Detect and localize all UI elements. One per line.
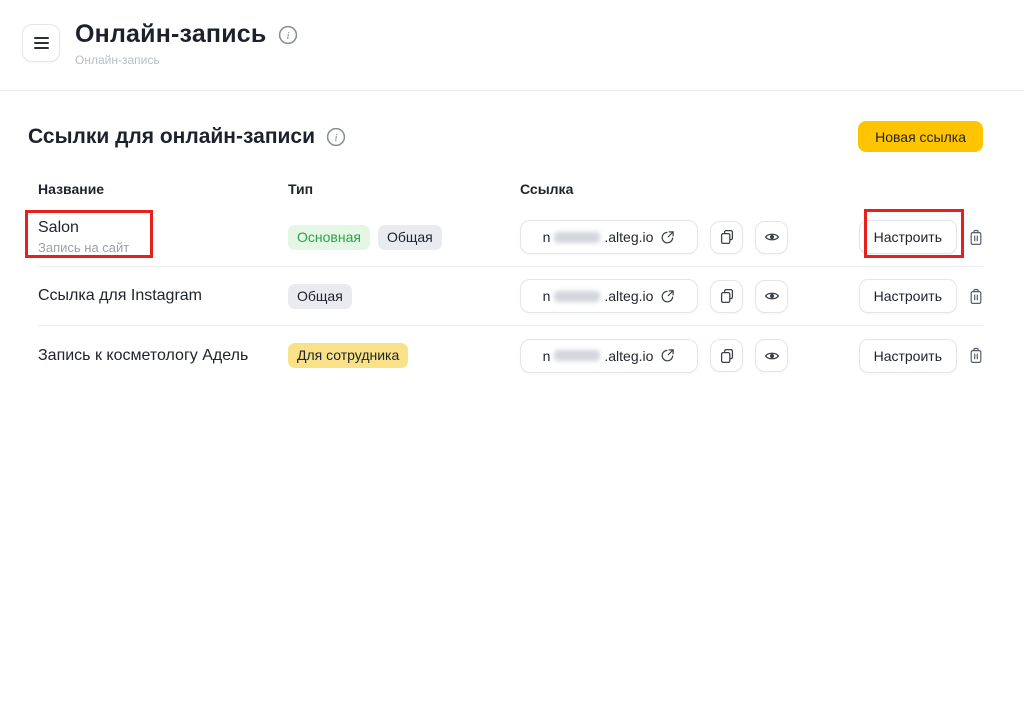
link-url-suffix: .alteg.io xyxy=(604,288,653,304)
breadcrumb: Онлайн-запись xyxy=(75,53,298,67)
copy-link-button[interactable] xyxy=(710,221,743,254)
row-0-name-cell: Salon Запись на сайт xyxy=(38,219,288,255)
link-url-prefix: n xyxy=(543,229,551,245)
new-link-button[interactable]: Новая ссылка xyxy=(858,121,983,152)
type-tags: Основная Общая xyxy=(288,225,520,250)
trash-icon xyxy=(969,288,983,305)
hamburger-menu-button[interactable] xyxy=(22,24,60,62)
copy-icon xyxy=(719,348,735,364)
external-link-icon xyxy=(660,348,675,363)
svg-text:i: i xyxy=(287,30,290,42)
delete-link-button[interactable] xyxy=(969,229,983,246)
tag-main: Основная xyxy=(288,225,370,250)
link-url-field[interactable]: n .alteg.io xyxy=(520,279,698,313)
page-title: Онлайн-запись xyxy=(75,20,266,49)
copy-icon xyxy=(719,229,735,245)
tag-common: Общая xyxy=(288,284,352,309)
link-url-suffix: .alteg.io xyxy=(604,229,653,245)
link-name-subtitle: Запись на сайт xyxy=(38,240,288,255)
row-2-name-cell: Запись к косметологу Адель xyxy=(38,347,288,365)
column-header-type: Тип xyxy=(288,181,520,197)
column-header-name: Название xyxy=(38,181,288,197)
app-header: Онлайн-запись i Онлайн-запись xyxy=(0,0,1024,91)
link-url-suffix: .alteg.io xyxy=(604,348,653,364)
hamburger-icon xyxy=(34,37,49,39)
tag-common: Общая xyxy=(378,225,442,250)
copy-link-button[interactable] xyxy=(710,339,743,372)
table-header: Название Тип Ссылка xyxy=(38,179,983,199)
eye-icon xyxy=(764,229,780,245)
row-1-configure-button[interactable]: Настроить xyxy=(859,279,957,313)
type-tags: Для сотрудника xyxy=(288,343,520,368)
masked-url-part xyxy=(554,291,600,302)
row-1-name-cell: Ссылка для Instagram xyxy=(38,287,288,305)
preview-link-button[interactable] xyxy=(755,280,788,313)
row-0-configure-button[interactable]: Настроить xyxy=(859,220,957,254)
table-row: Salon Запись на сайт Основная Общая n .al… xyxy=(38,208,983,267)
eye-icon xyxy=(764,288,780,304)
link-url-prefix: n xyxy=(543,348,551,364)
delete-link-button[interactable] xyxy=(969,288,983,305)
type-tags: Общая xyxy=(288,284,520,309)
preview-link-button[interactable] xyxy=(755,221,788,254)
info-icon[interactable]: i xyxy=(278,25,298,45)
table-row: Ссылка для Instagram Общая n .alteg.io xyxy=(38,267,983,326)
external-link-icon xyxy=(660,289,675,304)
copy-icon xyxy=(719,288,735,304)
main-content: Ссылки для онлайн-записи i Новая ссылка … xyxy=(0,91,1024,385)
trash-icon xyxy=(969,347,983,364)
copy-link-button[interactable] xyxy=(710,280,743,313)
preview-link-button[interactable] xyxy=(755,339,788,372)
link-name: Запись к косметологу Адель xyxy=(38,347,288,365)
column-header-link: Ссылка xyxy=(520,181,983,197)
link-url-field[interactable]: n .alteg.io xyxy=(520,220,698,254)
eye-icon xyxy=(764,348,780,364)
tag-for-employee: Для сотрудника xyxy=(288,343,408,368)
section-title: Ссылки для онлайн-записи xyxy=(28,125,315,149)
external-link-icon xyxy=(660,230,675,245)
trash-icon xyxy=(969,229,983,246)
info-icon[interactable]: i xyxy=(326,127,346,147)
table-row: Запись к косметологу Адель Для сотрудник… xyxy=(38,326,983,385)
link-url-prefix: n xyxy=(543,288,551,304)
link-url-field[interactable]: n .alteg.io xyxy=(520,339,698,373)
link-name: Ссылка для Instagram xyxy=(38,287,288,305)
masked-url-part xyxy=(554,232,600,243)
delete-link-button[interactable] xyxy=(969,347,983,364)
link-name: Salon xyxy=(38,219,288,237)
row-2-configure-button[interactable]: Настроить xyxy=(859,339,957,373)
masked-url-part xyxy=(554,350,600,361)
svg-text:i: i xyxy=(334,132,337,144)
links-table: Название Тип Ссылка Salon Запись на сайт… xyxy=(28,179,983,385)
